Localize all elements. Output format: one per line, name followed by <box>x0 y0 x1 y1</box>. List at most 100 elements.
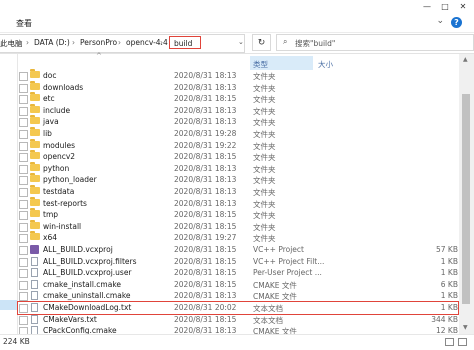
breadcrumb-this-pc[interactable]: 此电脑 <box>0 38 23 49</box>
table-row[interactable]: java 2020/8/31 18:13 文件夹 <box>18 115 458 128</box>
navigation-pane[interactable] <box>0 54 18 334</box>
breadcrumb-build[interactable]: build <box>169 36 201 49</box>
row-checkbox[interactable] <box>19 222 28 232</box>
file-type: 文件夹 <box>253 176 276 186</box>
file-type: 文件夹 <box>253 222 276 232</box>
column-header-type[interactable]: 类型 <box>253 59 268 70</box>
table-row[interactable]: python_loader 2020/8/31 18:13 文件夹 <box>18 173 458 186</box>
table-row[interactable]: test-reports 2020/8/31 18:13 文件夹 <box>18 196 458 210</box>
table-row[interactable]: ALL_BUILD.vcxproj 2020/8/31 18:15 VC++ Pro… <box>18 244 458 256</box>
file-type: 文本文档 <box>253 315 283 325</box>
column-header-size[interactable]: 大小 <box>318 59 333 70</box>
file-date: 2020/8/31 19:27 <box>174 233 237 243</box>
table-row[interactable]: x64 2020/8/31 19:27 文件夹 <box>18 231 458 244</box>
row-checkbox[interactable] <box>19 188 28 197</box>
row-checkbox[interactable] <box>19 72 28 81</box>
table-row[interactable]: etc 2020/8/31 18:15 文件夹 <box>18 92 458 105</box>
table-row[interactable]: include 2020/8/31 18:13 文件夹 <box>18 103 458 117</box>
chevron-right-icon[interactable]: › <box>26 38 29 47</box>
table-row[interactable]: ALL_BUILD.vcxproj.filters 2020/8/31 18:15… <box>18 256 458 268</box>
row-checkbox[interactable] <box>19 118 28 128</box>
breadcrumb-personpro[interactable]: PersonPro <box>80 38 117 47</box>
chevron-right-icon[interactable]: › <box>118 38 121 47</box>
table-row[interactable]: cmake_uninstall.cmake 2020/8/31 18:13 CMAK… <box>18 290 458 302</box>
file-date: 2020/8/31 18:15 <box>174 279 237 289</box>
search-input[interactable]: ⌕ 搜索"build" <box>276 34 474 51</box>
row-checkbox[interactable] <box>19 106 28 116</box>
file-date: 2020/8/31 18:15 <box>174 314 237 324</box>
file-type: 文件夹 <box>253 72 276 81</box>
table-row[interactable]: tmp 2020/8/31 18:15 文件夹 <box>18 208 458 221</box>
refresh-button[interactable]: ↻ <box>252 34 271 51</box>
row-checkbox[interactable] <box>19 153 28 163</box>
row-checkbox[interactable] <box>19 246 28 255</box>
file-type: 文件夹 <box>253 95 276 105</box>
sort-caret-icon: ^ <box>96 52 102 60</box>
folder-icon <box>30 231 40 241</box>
file-name: etc <box>43 94 55 104</box>
scroll-up-icon[interactable]: ▲ <box>463 56 468 63</box>
table-row[interactable]: lib 2020/8/31 19:28 文件夹 <box>18 127 458 140</box>
table-row[interactable]: opencv2 2020/8/31 18:15 文件夹 <box>18 150 458 163</box>
file-name: java <box>43 117 59 127</box>
file-date: 2020/8/31 18:15 <box>174 245 237 254</box>
row-checkbox[interactable] <box>19 234 28 244</box>
table-row[interactable]: win-install 2020/8/31 18:15 文件夹 <box>18 219 458 233</box>
file-date: 2020/8/31 19:28 <box>174 129 237 138</box>
scroll-down-icon[interactable]: ▼ <box>463 324 468 331</box>
row-checkbox[interactable] <box>19 141 28 151</box>
table-row[interactable]: CMakeVars.txt 2020/8/31 18:15 文本文档 344 KB <box>18 314 458 326</box>
row-checkbox[interactable] <box>19 199 28 209</box>
chevron-down-icon[interactable]: ⌄ <box>238 38 244 46</box>
close-button[interactable]: ✕ <box>456 0 470 14</box>
search-icon: ⌕ <box>283 37 288 46</box>
help-icon[interactable]: ? <box>451 17 462 28</box>
row-checkbox[interactable] <box>19 211 28 221</box>
table-row[interactable]: ALL_BUILD.vcxproj.user 2020/8/31 18:15 Per… <box>18 267 458 279</box>
row-checkbox[interactable] <box>19 176 28 186</box>
table-row[interactable]: downloads 2020/8/31 18:13 文件夹 <box>18 80 458 94</box>
folder-icon <box>30 80 40 90</box>
scrollbar-thumb[interactable] <box>462 94 470 304</box>
row-checkbox[interactable] <box>19 304 28 313</box>
chevron-down-icon[interactable]: ⌄ <box>436 16 444 26</box>
row-checkbox[interactable] <box>19 292 28 302</box>
row-checkbox[interactable] <box>19 130 28 139</box>
file-name: python <box>43 163 70 173</box>
large-icons-view-icon[interactable] <box>458 338 467 346</box>
tab-view[interactable]: 查看 <box>16 18 32 29</box>
file-date: 2020/8/31 18:13 <box>174 163 237 173</box>
table-row[interactable]: modules 2020/8/31 19:22 文件夹 <box>18 138 458 152</box>
file-type: 文件夹 <box>253 188 276 197</box>
file-type: 文本文档 <box>253 304 283 313</box>
table-row[interactable]: cmake_install.cmake 2020/8/31 18:15 CMAKE … <box>18 279 458 291</box>
row-checkbox[interactable] <box>19 83 28 93</box>
row-checkbox[interactable] <box>19 95 28 105</box>
table-row[interactable]: python 2020/8/31 18:13 文件夹 <box>18 161 458 175</box>
maximize-button[interactable]: □ <box>438 0 452 14</box>
file-type: 文件夹 <box>253 199 276 209</box>
vertical-scrollbar[interactable]: ▲ ▼ <box>459 54 474 334</box>
table-row[interactable]: doc 2020/8/31 18:13 文件夹 <box>18 69 458 82</box>
chevron-right-icon[interactable]: › <box>160 38 163 47</box>
minimize-button[interactable]: — <box>420 0 434 14</box>
file-size: 1 KB <box>440 268 458 278</box>
row-checkbox[interactable] <box>19 280 28 290</box>
file-date: 2020/8/31 18:15 <box>174 94 237 104</box>
row-checkbox[interactable] <box>19 315 28 325</box>
row-checkbox[interactable] <box>19 257 28 267</box>
file-icon <box>31 291 38 301</box>
breadcrumb-data-drive[interactable]: DATA (D:) <box>34 38 70 47</box>
chevron-right-icon[interactable]: › <box>72 38 75 47</box>
row-checkbox[interactable] <box>19 269 28 279</box>
folder-icon <box>30 150 40 160</box>
table-row[interactable]: CMakeDownloadLog.txt 2020/8/31 20:02 文本文档 1… <box>17 301 459 315</box>
file-date: 2020/8/31 18:15 <box>174 210 237 220</box>
table-row[interactable]: testdata 2020/8/31 18:13 文件夹 <box>18 185 458 198</box>
details-view-icon[interactable] <box>445 338 454 346</box>
address-bar[interactable]: 此电脑 › DATA (D:) › PersonPro › opencv-4.4… <box>0 34 245 53</box>
nav-selected-item[interactable] <box>0 300 17 310</box>
row-checkbox[interactable] <box>19 164 28 174</box>
file-name: doc <box>43 71 57 80</box>
file-name: CMakeDownloadLog.txt <box>43 303 132 312</box>
